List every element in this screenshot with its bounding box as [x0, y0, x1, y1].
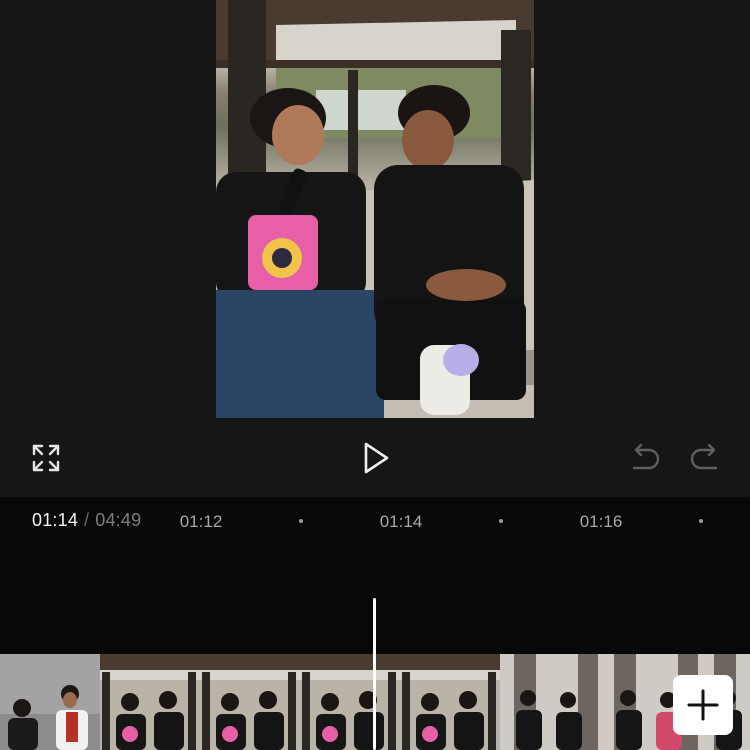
clip-thumbnail	[400, 654, 500, 750]
ruler-label: 01:14	[379, 512, 423, 531]
redo-icon[interactable]	[688, 442, 722, 474]
plus-icon	[687, 689, 719, 721]
ruler-label: 01:16	[579, 512, 623, 531]
clip-thumbnail	[300, 654, 400, 750]
total-duration: 04:49	[95, 510, 142, 530]
clip-thumbnail	[100, 654, 200, 750]
current-time: 01:14	[32, 510, 79, 530]
play-icon[interactable]	[358, 440, 394, 476]
playhead[interactable]	[373, 598, 376, 750]
undo-icon[interactable]	[628, 442, 662, 474]
clip-thumbnail	[500, 654, 600, 750]
ruler-label: 01:12	[179, 512, 223, 531]
timecode-display: 01:14/04:49	[32, 510, 141, 531]
clip-thumbnail	[0, 654, 100, 750]
ruler-tick-dot	[699, 519, 703, 523]
clip-thumbnail	[200, 654, 300, 750]
preview-area	[0, 0, 750, 497]
video-frame-illustration	[216, 0, 534, 418]
ruler-tick-dot	[299, 519, 303, 523]
ruler-tick-dot	[499, 519, 503, 523]
playback-controls	[0, 430, 750, 490]
time-separator: /	[84, 510, 90, 530]
video-preview[interactable]	[216, 0, 534, 418]
add-clip-button[interactable]	[673, 675, 733, 735]
expand-icon[interactable]	[30, 442, 62, 474]
